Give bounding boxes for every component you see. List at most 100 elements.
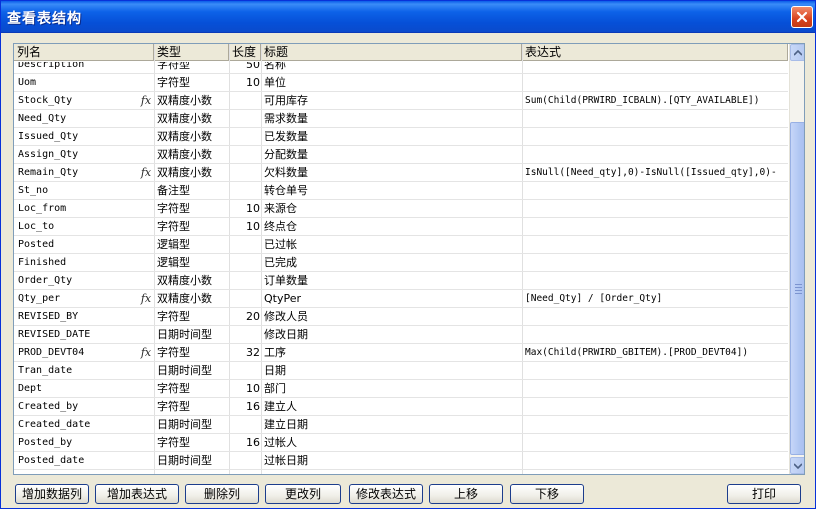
table-row[interactable]: Order_Qty 双精度小数 订单数量 xyxy=(14,272,788,290)
row-length xyxy=(229,182,260,200)
row-column-name: Need_Qty xyxy=(18,113,67,124)
row-column-name: Loc_from xyxy=(18,203,67,214)
row-title: 可用库存 xyxy=(264,94,308,107)
table-row[interactable]: REVISED_BY 字符型 20 修改人员 xyxy=(14,308,788,326)
row-expression xyxy=(525,236,787,254)
row-expression xyxy=(525,452,787,470)
row-length: 16 xyxy=(246,436,260,449)
row-expression xyxy=(525,326,787,344)
row-type: 字符型 xyxy=(157,436,190,449)
row-column-name: REVISED_BY xyxy=(18,311,79,322)
grid-rows: Description 字符型 50 名称 Uom 字符型 10 单位 Stock_Qty fx 双… xyxy=(14,62,788,474)
row-title: 终点仓 xyxy=(264,220,297,233)
scroll-up-button[interactable] xyxy=(790,44,804,61)
grip-line xyxy=(795,287,802,288)
row-length xyxy=(229,92,260,110)
table-row[interactable]: St_no 备注型 转仓单号 xyxy=(14,182,788,200)
row-column-name: Qty_per xyxy=(18,293,61,304)
row-length xyxy=(229,326,260,344)
table-row[interactable]: Tran_date 日期时间型 日期 xyxy=(14,362,788,380)
row-expression xyxy=(525,200,787,218)
row-expression xyxy=(525,74,787,92)
window-title: 查看表结构 xyxy=(7,11,82,27)
row-expression xyxy=(525,434,787,452)
table-row[interactable]: Need_Qty 双精度小数 需求数量 xyxy=(14,110,788,128)
header-title[interactable]: 标题 xyxy=(261,44,522,61)
scroll-down-button[interactable] xyxy=(790,457,804,474)
close-button[interactable] xyxy=(791,6,813,28)
vertical-scrollbar[interactable] xyxy=(789,44,804,474)
print-button[interactable]: 打印 xyxy=(727,484,801,504)
title-bar[interactable]: 查看表结构 xyxy=(1,1,815,33)
table-row[interactable]: Loc_from 字符型 10 来源仓 xyxy=(14,200,788,218)
header-column-name[interactable]: 列名 xyxy=(14,44,154,61)
row-type: 字符型 xyxy=(157,220,190,233)
row-expression xyxy=(525,128,787,146)
row-title: 名称 xyxy=(264,62,286,71)
row-title: 部门 xyxy=(264,382,286,395)
close-icon xyxy=(796,11,808,23)
row-expression: Max(Child(PRWIRD_GBITEM).[PROD_DEVT04]) xyxy=(525,347,749,358)
arrow-up-icon xyxy=(794,49,802,56)
row-column-name: Assign_Qty xyxy=(18,149,79,160)
table-row[interactable]: Dept 字符型 10 部门 xyxy=(14,380,788,398)
table-row[interactable]: Description 字符型 50 名称 xyxy=(14,62,788,74)
table-structure-grid[interactable]: 列名 类型 长度 标题 表达式 Description 字符型 50 名称 Uom 字符型… xyxy=(13,43,805,475)
add-expression-button[interactable]: 增加表达式 xyxy=(95,484,179,504)
row-type: 字符型 xyxy=(157,76,190,89)
edit-expression-button[interactable]: 修改表达式 xyxy=(349,484,423,504)
move-down-button[interactable]: 下移 xyxy=(510,484,584,504)
header-expression[interactable]: 表达式 xyxy=(522,44,788,61)
table-row[interactable]: REVISED_DATE 日期时间型 修改日期 xyxy=(14,326,788,344)
row-column-name: Created_date xyxy=(18,419,91,430)
row-type: 字符型 xyxy=(157,346,190,359)
header-type[interactable]: 类型 xyxy=(154,44,229,61)
row-type: 逻辑型 xyxy=(157,256,190,269)
row-column-name: PROD_DEVT04 xyxy=(18,347,85,358)
row-length xyxy=(229,236,260,254)
table-row[interactable]: Stock_Qty fx 双精度小数 可用库存 Sum(Child(PRWIRD_ICB… xyxy=(14,92,788,110)
delete-column-button[interactable]: 删除列 xyxy=(185,484,259,504)
table-row[interactable]: Posted 逻辑型 已过帐 xyxy=(14,236,788,254)
row-column-name: St_no xyxy=(18,185,49,196)
table-row[interactable]: Created_by 字符型 16 建立人 xyxy=(14,398,788,416)
row-type: 字符型 xyxy=(157,310,190,323)
header-length[interactable]: 长度 xyxy=(229,44,261,61)
row-title: 分配数量 xyxy=(264,148,308,161)
row-title: 修改人员 xyxy=(264,310,308,323)
fx-icon: fx xyxy=(140,346,152,359)
table-row[interactable]: Created_date 日期时间型 建立日期 xyxy=(14,416,788,434)
table-row[interactable]: PROD_DEVT04 fx 字符型 32 工序 Max(Child(PRWIRD_GBI… xyxy=(14,344,788,362)
row-expression xyxy=(525,308,787,326)
row-length xyxy=(229,452,260,470)
grip-line xyxy=(795,284,802,285)
table-row[interactable]: Posted_date 日期时间型 过帐日期 xyxy=(14,452,788,470)
table-row[interactable]: Loc_to 字符型 10 终点仓 xyxy=(14,218,788,236)
row-title: 过帐日期 xyxy=(264,454,308,467)
table-row[interactable]: Remain_Qty fx 双精度小数 欠料数量 IsNull([Need_qty],0… xyxy=(14,164,788,182)
add-data-column-button[interactable]: 增加数据列 xyxy=(15,484,89,504)
row-title: 过帐人 xyxy=(264,436,297,449)
scroll-thumb[interactable] xyxy=(790,122,804,455)
row-column-name: Issued_Qty xyxy=(18,131,79,142)
table-row[interactable]: Assign_Qty 双精度小数 分配数量 xyxy=(14,146,788,164)
move-up-button[interactable]: 上移 xyxy=(429,484,503,504)
table-row[interactable]: Qty_per fx 双精度小数 QtyPer [Need_Qty] / [Order_… xyxy=(14,290,788,308)
grip-line xyxy=(795,290,802,291)
row-column-name: Loc_to xyxy=(18,221,55,232)
fx-icon: fx xyxy=(140,94,152,107)
table-row[interactable]: Posted_by 字符型 16 过帐人 xyxy=(14,434,788,452)
row-length xyxy=(229,290,260,308)
table-row[interactable]: Finished 逻辑型 已完成 xyxy=(14,254,788,272)
row-type: 双精度小数 xyxy=(157,148,212,161)
table-row[interactable]: Uom 字符型 10 单位 xyxy=(14,74,788,92)
row-column-name: Tran_date xyxy=(18,365,73,376)
row-title: 建立日期 xyxy=(264,418,308,431)
row-type: 备注型 xyxy=(157,184,190,197)
row-column-name: Uom xyxy=(18,77,37,88)
change-column-button[interactable]: 更改列 xyxy=(265,484,341,504)
row-column-name: Description xyxy=(18,62,85,70)
row-length xyxy=(229,110,260,128)
row-expression xyxy=(525,380,787,398)
table-row[interactable]: Issued_Qty 双精度小数 已发数量 xyxy=(14,128,788,146)
